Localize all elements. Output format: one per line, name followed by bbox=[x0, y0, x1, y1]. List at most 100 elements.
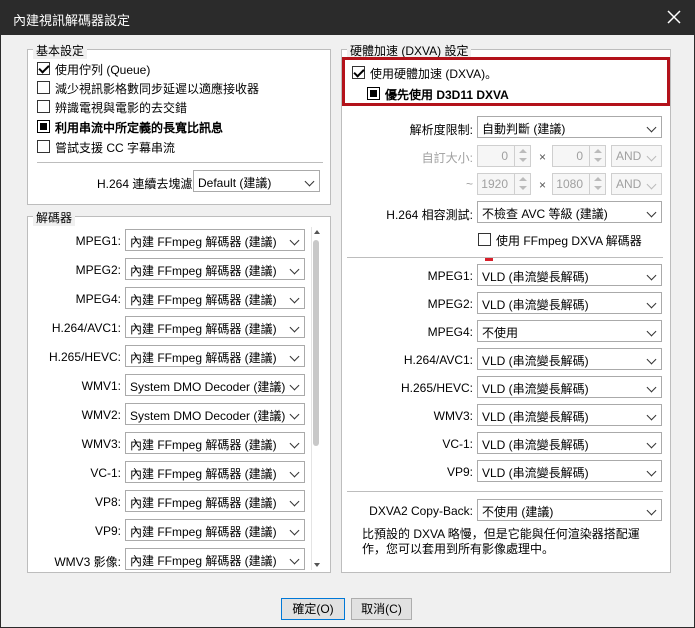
h264-compat-select[interactable]: 不檢查 AVC 等級 (建議) bbox=[477, 201, 662, 223]
arrow-down-icon[interactable] bbox=[519, 158, 527, 162]
hw-value: VLD (串流變長解碼) bbox=[482, 298, 589, 312]
chevron-down-icon bbox=[646, 270, 657, 281]
queue-checkbox[interactable] bbox=[37, 62, 50, 75]
decoder-label-vc1: VC-1: bbox=[90, 466, 121, 480]
resolution-select[interactable]: 自動判斷 (建議) bbox=[477, 116, 662, 138]
min-height-spinner[interactable]: 0 bbox=[552, 145, 606, 167]
decoder-select-vp9[interactable]: 內建 FFmpeg 解碼器 (建議) bbox=[125, 519, 305, 541]
hw-select-hevc[interactable]: VLD (串流變長解碼) bbox=[477, 376, 662, 398]
max-height-value: 1080 bbox=[556, 177, 583, 191]
hw-select-mpeg4[interactable]: 不使用 bbox=[477, 320, 662, 342]
hw-select-vc1[interactable]: VLD (串流變長解碼) bbox=[477, 432, 662, 454]
arrow-down-icon[interactable] bbox=[594, 158, 602, 162]
max-height-spinner[interactable]: 1080 bbox=[552, 173, 606, 195]
hw-value: 不使用 bbox=[482, 326, 519, 340]
closed-caption-checkbox[interactable] bbox=[37, 140, 50, 153]
arrow-up-icon[interactable] bbox=[594, 177, 602, 181]
spinner-buttons bbox=[589, 174, 605, 194]
decoder-select-vc1[interactable]: 內建 FFmpeg 解碼器 (建議) bbox=[125, 461, 305, 483]
decoder-value: 內建 FFmpeg 解碼器 (建議) bbox=[130, 235, 277, 249]
decoder-label-hevc: H.265/HEVC: bbox=[48, 350, 121, 364]
reduce-delay-label: 減少視訊影格數同步延遲以適應接收器 bbox=[55, 82, 260, 96]
deinterlace-checkbox[interactable] bbox=[37, 100, 50, 113]
min-width-value: 0 bbox=[501, 149, 508, 163]
reduce-delay-checkbox[interactable] bbox=[37, 81, 50, 94]
h264-deblock-select[interactable]: Default (建議) bbox=[193, 170, 320, 192]
arrow-down-icon[interactable] bbox=[594, 186, 602, 190]
aspect-ratio-checkbox[interactable] bbox=[37, 120, 50, 133]
decoder-select-wmv3[interactable]: 內建 FFmpeg 解碼器 (建議) bbox=[125, 432, 305, 454]
max-width-spinner[interactable]: 1920 bbox=[477, 173, 531, 195]
spinner-buttons bbox=[589, 146, 605, 166]
hw-separator-top bbox=[347, 257, 663, 258]
ok-button[interactable]: 確定(O) bbox=[281, 598, 345, 620]
decoder-select-mpeg1[interactable]: 內建 FFmpeg 解碼器 (建議) bbox=[125, 229, 305, 251]
chevron-down-icon bbox=[289, 525, 300, 536]
ffmpeg-dxva-checkbox[interactable] bbox=[478, 233, 491, 246]
hw-select-mpeg1[interactable]: VLD (串流變長解碼) bbox=[477, 264, 662, 286]
decoder-select-mpeg2[interactable]: 內建 FFmpeg 解碼器 (建議) bbox=[125, 258, 305, 280]
decoder-label-wmv1: WMV1: bbox=[81, 379, 121, 393]
decoder-select-vp8[interactable]: 內建 FFmpeg 解碼器 (建議) bbox=[125, 490, 305, 512]
decoder-select-h264[interactable]: 內建 FFmpeg 解碼器 (建議) bbox=[125, 316, 305, 338]
min-logic-value: AND bbox=[616, 149, 642, 163]
hw-value: VLD (串流變長解碼) bbox=[482, 466, 589, 480]
max-width-value: 1920 bbox=[481, 177, 508, 191]
arrow-down-icon[interactable] bbox=[519, 186, 527, 190]
hw-select-wmv3[interactable]: VLD (串流變長解碼) bbox=[477, 404, 662, 426]
arrow-up-icon[interactable] bbox=[594, 149, 602, 153]
chevron-down-icon bbox=[289, 496, 300, 507]
basic-settings-label: 基本設定 bbox=[33, 42, 88, 59]
decoder-select-wmv1[interactable]: System DMO Decoder (建議) bbox=[125, 374, 305, 396]
min-height-value: 0 bbox=[576, 149, 583, 163]
scroll-up-icon[interactable] bbox=[314, 230, 320, 234]
chevron-down-icon bbox=[646, 382, 657, 393]
resolution-label: 解析度限制: bbox=[409, 123, 473, 137]
arrow-up-icon[interactable] bbox=[519, 177, 527, 181]
times-sign: × bbox=[539, 150, 547, 164]
decoder-label-wmv3-image: WMV3 影像: bbox=[54, 555, 121, 569]
chevron-down-icon bbox=[289, 438, 300, 449]
min-width-spinner[interactable]: 0 bbox=[477, 145, 531, 167]
decoder-value: 內建 FFmpeg 解碼器 (建議) bbox=[130, 322, 277, 336]
decoders-label: 解碼器 bbox=[33, 209, 76, 226]
chevron-down-icon bbox=[646, 410, 657, 421]
cancel-button[interactable]: 取消(C) bbox=[351, 598, 412, 620]
chevron-down-icon bbox=[646, 298, 657, 309]
decoder-select-mpeg4[interactable]: 內建 FFmpeg 解碼器 (建議) bbox=[125, 287, 305, 309]
decoder-value: 內建 FFmpeg 解碼器 (建議) bbox=[130, 264, 277, 278]
prefer-d3d11-checkbox[interactable] bbox=[367, 87, 380, 100]
decoder-label-vp9: VP9: bbox=[94, 524, 121, 538]
times-sign: × bbox=[539, 178, 547, 192]
hw-select-h264[interactable]: VLD (串流變長解碼) bbox=[477, 348, 662, 370]
max-logic-select[interactable]: AND bbox=[611, 173, 662, 195]
aspect-ratio-label: 利用串流中所定義的長寬比訊息 bbox=[55, 121, 224, 135]
min-logic-select[interactable]: AND bbox=[611, 145, 662, 167]
hw-label-vp9: VP9: bbox=[446, 465, 473, 479]
chevron-down-icon bbox=[646, 122, 657, 133]
hw-label-mpeg4: MPEG4: bbox=[427, 325, 473, 339]
copyback-select[interactable]: 不使用 (建議) bbox=[477, 499, 662, 521]
chevron-down-icon bbox=[304, 176, 315, 187]
decoder-select-wmv3-image[interactable]: 內建 FFmpeg 解碼器 (建議) bbox=[125, 548, 305, 570]
decoder-select-hevc[interactable]: 內建 FFmpeg 解碼器 (建議) bbox=[125, 345, 305, 367]
hw-separator-bottom bbox=[347, 491, 663, 492]
resolution-value: 自動判斷 (建議) bbox=[482, 122, 566, 136]
chevron-down-icon bbox=[289, 554, 300, 565]
hw-label-wmv3: WMV3: bbox=[433, 409, 473, 423]
scroll-thumb[interactable] bbox=[313, 240, 319, 446]
decoder-scrollbar[interactable] bbox=[311, 227, 321, 570]
chevron-down-icon bbox=[646, 326, 657, 337]
cursor-mark bbox=[485, 258, 493, 261]
decoder-value: System DMO Decoder (建議) bbox=[130, 409, 286, 423]
use-dxva-checkbox[interactable] bbox=[352, 66, 365, 79]
hw-label-h264: H.264/AVC1: bbox=[403, 353, 473, 367]
close-icon[interactable] bbox=[662, 5, 686, 29]
hw-select-vp9[interactable]: VLD (串流變長解碼) bbox=[477, 460, 662, 482]
hw-select-mpeg2[interactable]: VLD (串流變長解碼) bbox=[477, 292, 662, 314]
arrow-up-icon[interactable] bbox=[519, 149, 527, 153]
decoder-select-wmv2[interactable]: System DMO Decoder (建議) bbox=[125, 403, 305, 425]
chevron-down-icon bbox=[646, 207, 657, 218]
scroll-down-icon[interactable] bbox=[314, 563, 320, 567]
decoder-label-vp8: VP8: bbox=[94, 495, 121, 509]
